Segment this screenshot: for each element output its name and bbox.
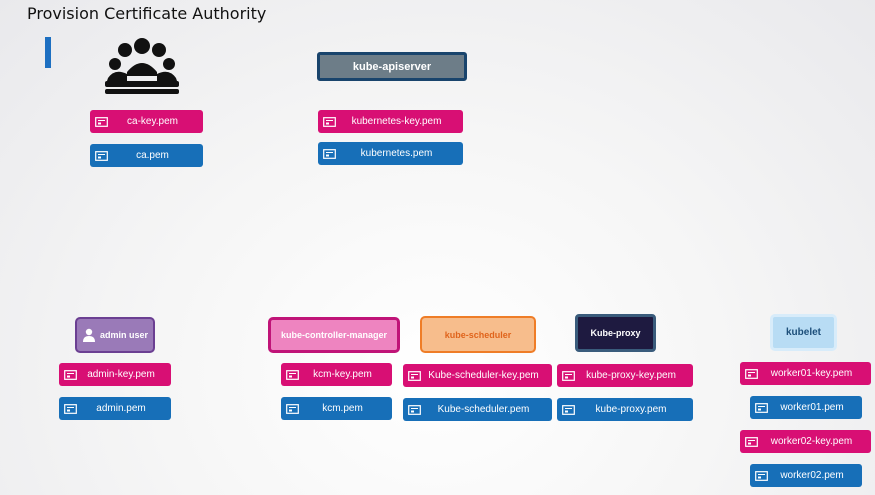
pem-label: kcm.pem (322, 403, 363, 414)
node-admin-user: admin user (75, 317, 155, 353)
pem-label: worker01-key.pem (770, 368, 853, 379)
pem-kube-scheduler: Kube-scheduler.pem (403, 398, 552, 421)
certificate-icon (95, 150, 108, 161)
pem-kubernetes-key: kubernetes-key.pem (318, 110, 463, 133)
pem-label: kube-proxy-key.pem (586, 370, 676, 381)
pem-kcm-key: kcm-key.pem (281, 363, 392, 386)
pem-label: ca.pem (136, 150, 169, 161)
pem-label: kubernetes-key.pem (351, 116, 442, 127)
certificate-icon (64, 403, 77, 414)
pem-kube-proxy-key: kube-proxy-key.pem (557, 364, 693, 387)
certificate-icon (286, 403, 299, 414)
pem-label: admin-key.pem (87, 369, 155, 380)
pem-kcm: kcm.pem (281, 397, 392, 420)
certificate-icon (562, 404, 575, 415)
pem-label: worker01.pem (780, 402, 844, 413)
pem-label: kcm-key.pem (313, 369, 372, 380)
user-icon (82, 328, 95, 342)
certificate-icon (745, 436, 758, 447)
node-label: admin user (99, 330, 148, 340)
node-kube-scheduler: kube-scheduler (420, 316, 536, 353)
accent-bar (45, 37, 51, 68)
node-label: Kube-proxy (590, 328, 641, 338)
pem-kube-scheduler-key: Kube-scheduler-key.pem (403, 364, 552, 387)
node-kube-proxy: Kube-proxy (575, 314, 656, 352)
pem-label: admin.pem (96, 403, 146, 414)
people-group-icon (105, 38, 179, 94)
pem-ca: ca.pem (90, 144, 203, 167)
certificate-icon (755, 402, 768, 413)
pem-label: Kube-scheduler-key.pem (428, 370, 539, 381)
node-label: kube-apiserver (352, 60, 432, 73)
node-label: kube-controller-manager (280, 330, 388, 340)
pem-label: Kube-scheduler.pem (437, 404, 530, 415)
pem-ca-key: ca-key.pem (90, 110, 203, 133)
certificate-icon (95, 116, 108, 127)
pem-worker02-key: worker02-key.pem (740, 430, 871, 453)
page-title: Provision Certificate Authority (27, 4, 267, 23)
pem-worker01-key: worker01-key.pem (740, 362, 871, 385)
certificate-icon (745, 368, 758, 379)
certificate-icon (562, 370, 575, 381)
pem-admin-key: admin-key.pem (59, 363, 171, 386)
certificate-icon (408, 404, 421, 415)
pem-worker02: worker02.pem (750, 464, 862, 487)
pem-kube-proxy: kube-proxy.pem (557, 398, 693, 421)
node-kubelet: kubelet (770, 314, 837, 351)
certificate-icon (323, 148, 336, 159)
pem-admin: admin.pem (59, 397, 171, 420)
certificate-icon (408, 370, 421, 381)
node-label: kubelet (785, 327, 821, 338)
pem-kubernetes: kubernetes.pem (318, 142, 463, 165)
node-kube-apiserver: kube-apiserver (317, 52, 467, 81)
certificate-icon (64, 369, 77, 380)
pem-label: kube-proxy.pem (595, 404, 667, 415)
certificate-icon (755, 470, 768, 481)
certificate-icon (323, 116, 336, 127)
pem-worker01: worker01.pem (750, 396, 862, 419)
node-kube-controller-manager: kube-controller-manager (268, 317, 400, 353)
pem-label: worker02.pem (780, 470, 844, 481)
node-label: kube-scheduler (444, 329, 512, 340)
pem-label: kubernetes.pem (360, 148, 433, 159)
pem-label: ca-key.pem (127, 116, 178, 127)
pem-label: worker02-key.pem (770, 436, 853, 447)
certificate-icon (286, 369, 299, 380)
